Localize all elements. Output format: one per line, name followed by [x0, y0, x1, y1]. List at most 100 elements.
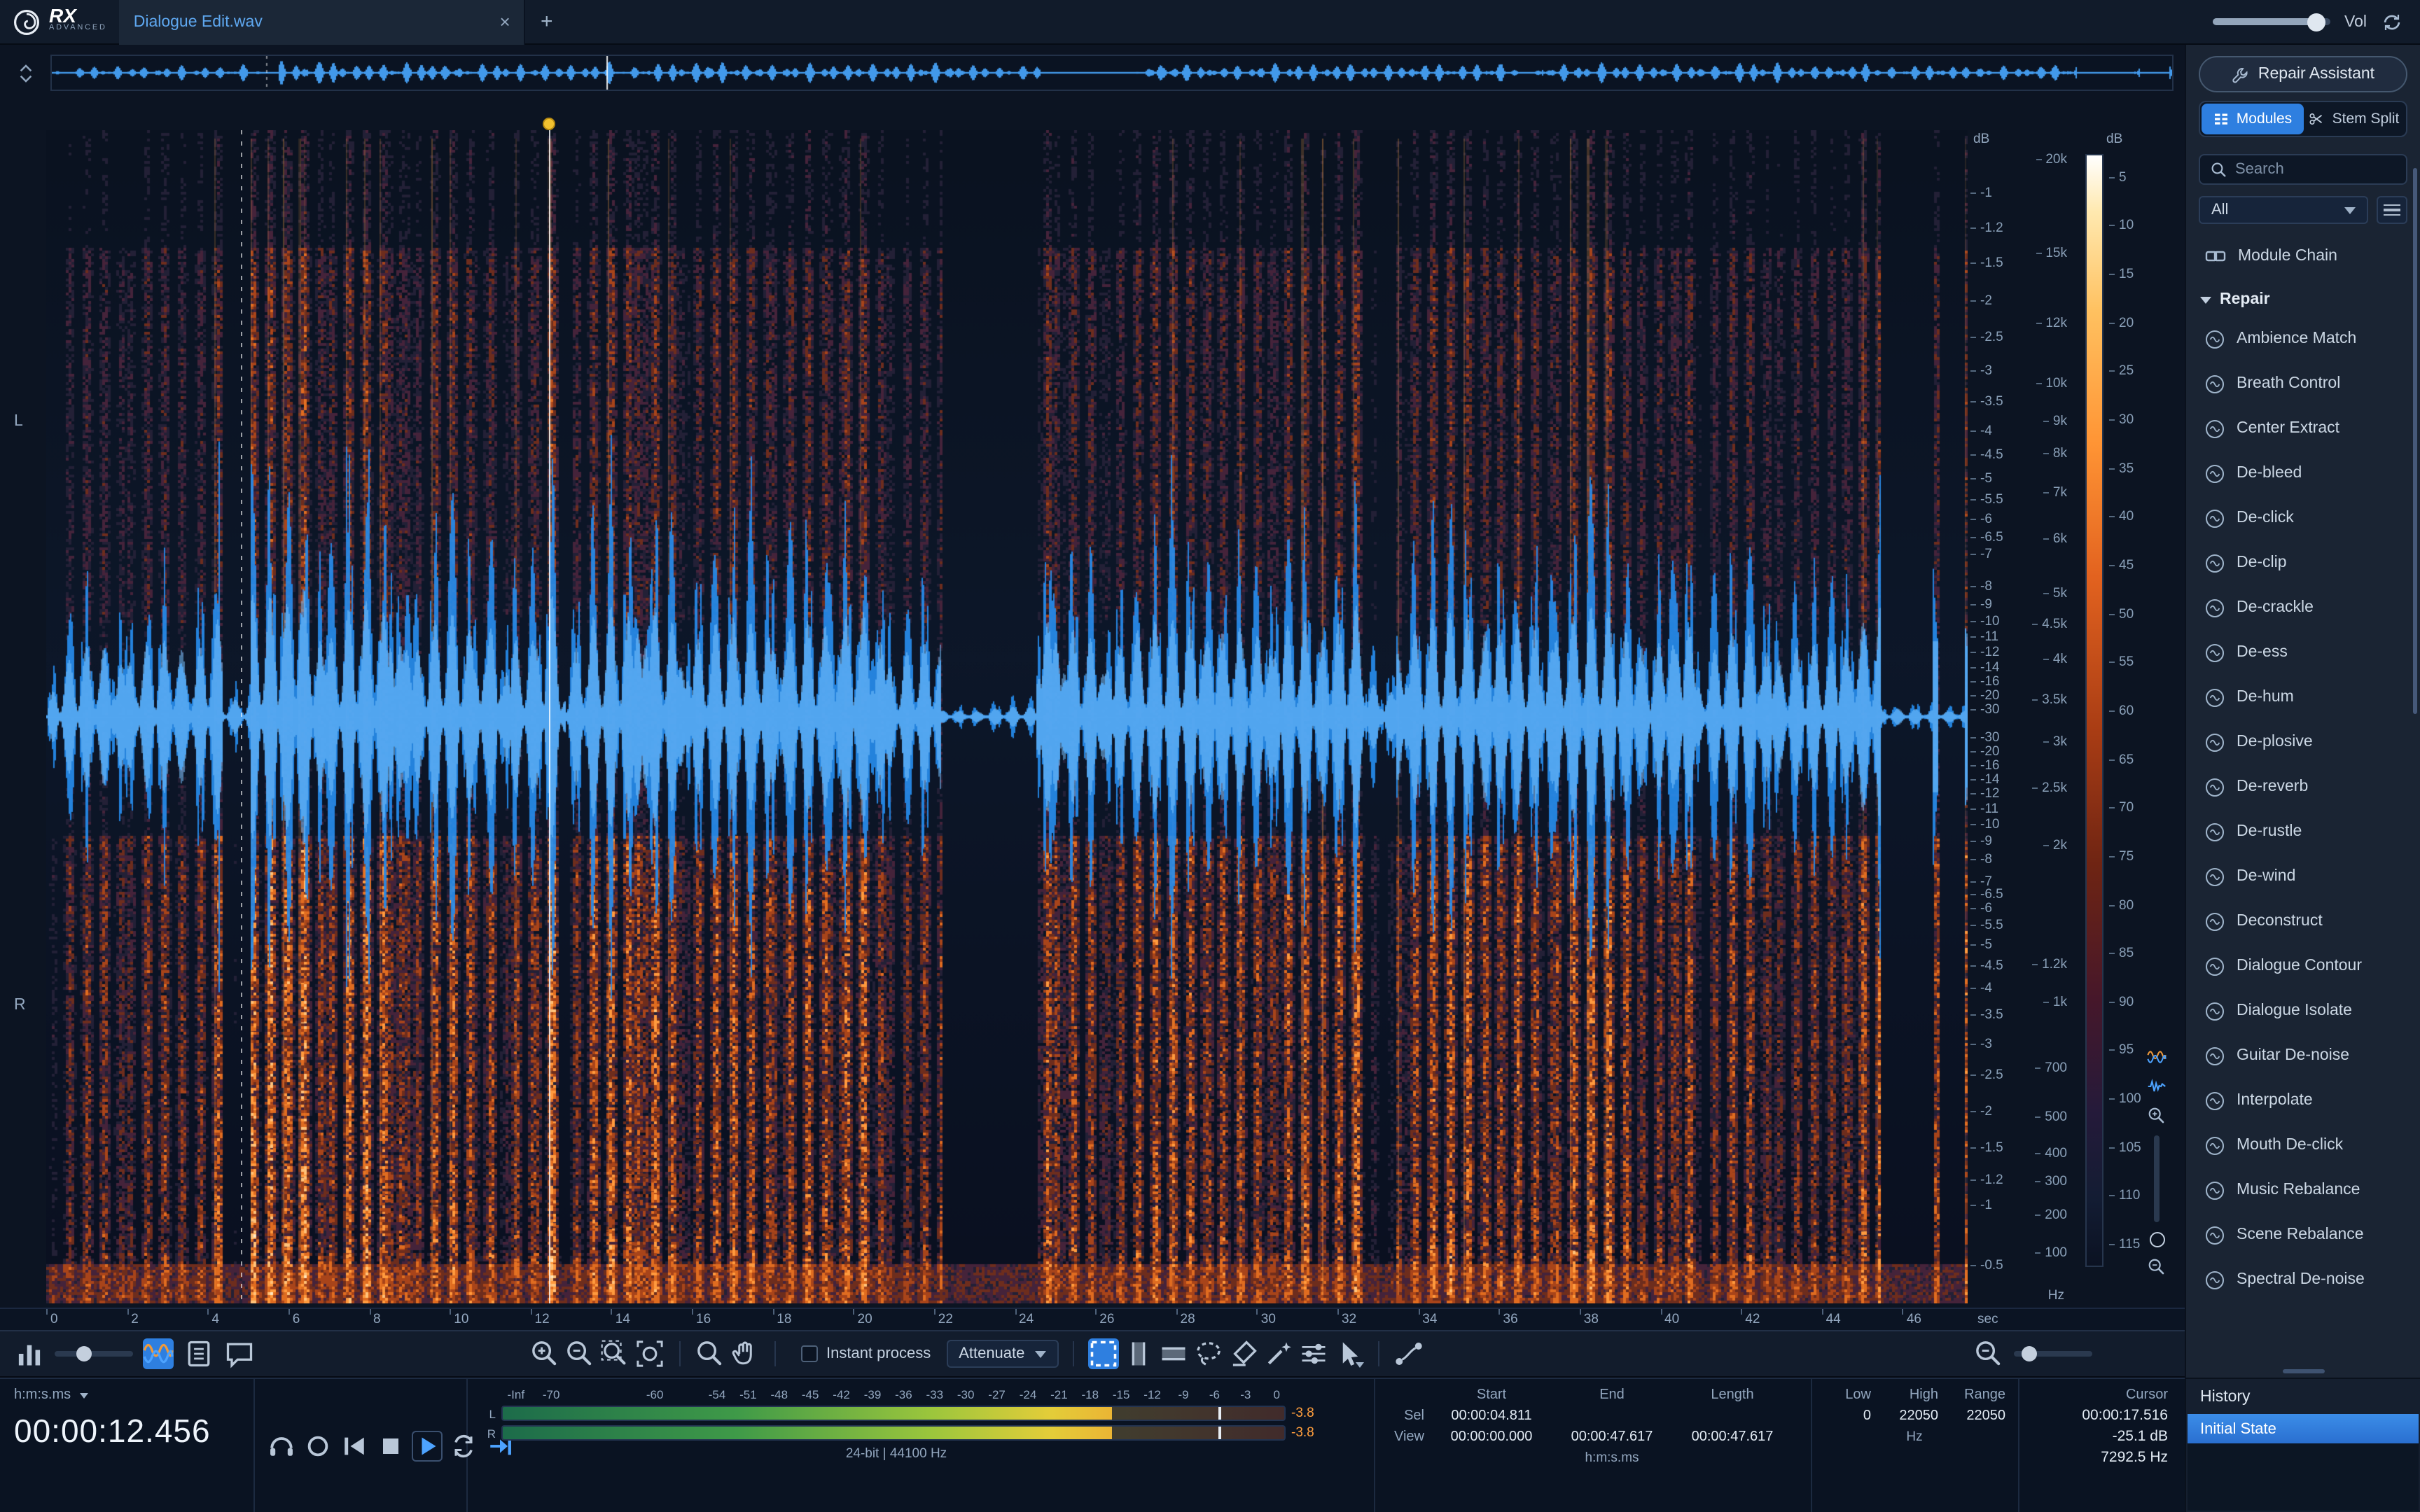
- new-tab-button[interactable]: +: [526, 10, 568, 34]
- ruler-label: 32: [1342, 1312, 1356, 1327]
- module-item-breath-control[interactable]: Breath Control: [2186, 361, 2420, 406]
- volume-knob[interactable]: [2307, 13, 2325, 31]
- markers-list-button[interactable]: [183, 1338, 214, 1369]
- ruler-tick: [46, 1309, 48, 1315]
- module-list-scrollbar[interactable]: [2413, 168, 2417, 714]
- sync-icon[interactable]: [2381, 10, 2403, 33]
- colorbar-tick: 15: [2109, 267, 2134, 282]
- instant-process-checkbox[interactable]: [801, 1345, 818, 1362]
- module-item-de-hum[interactable]: De-hum: [2186, 675, 2420, 720]
- list-options-button[interactable]: [2377, 196, 2407, 224]
- magnify-tool-button[interactable]: [695, 1338, 725, 1369]
- module-item-de-ess[interactable]: De-ess: [2186, 630, 2420, 675]
- vertical-zoom-knob[interactable]: [2149, 1232, 2164, 1247]
- horizontal-zoom-slider[interactable]: [2014, 1351, 2092, 1357]
- module-label: Dialogue Contour: [2237, 958, 2362, 974]
- amp-tick: -7: [1970, 547, 1992, 563]
- brush-select-button[interactable]: [1228, 1338, 1258, 1369]
- horizontal-zoom-out-button[interactable]: [1973, 1338, 2004, 1369]
- repair-section-header[interactable]: Repair: [2186, 283, 2420, 316]
- module-item-de-plosive[interactable]: De-plosive: [2186, 720, 2420, 764]
- time-ruler[interactable]: sec 024681012141618202224262830323436384…: [0, 1308, 2185, 1330]
- display-blend-slider-knob[interactable]: [77, 1346, 92, 1362]
- history-item[interactable]: Initial State: [2188, 1414, 2419, 1443]
- file-tab[interactable]: Dialogue Edit.wav ×: [120, 0, 526, 44]
- spectrogram-waveform-toggle[interactable]: [143, 1338, 174, 1369]
- chevron-down-icon: [2344, 206, 2356, 214]
- module-item-deconstruct[interactable]: Deconstruct: [2186, 899, 2420, 944]
- category-filter-dropdown[interactable]: All: [2199, 196, 2368, 224]
- tab-modules[interactable]: Modules: [2202, 104, 2303, 134]
- de-rustle-icon: [2204, 821, 2225, 842]
- module-chain-item[interactable]: Module Chain: [2186, 238, 2420, 274]
- panel-splitter[interactable]: [2186, 1364, 2420, 1378]
- frequency-select-button[interactable]: [1157, 1338, 1188, 1369]
- module-item-de-clip[interactable]: De-clip: [2186, 540, 2420, 585]
- adjust-selection-button[interactable]: [1298, 1338, 1328, 1369]
- module-item-de-bleed[interactable]: De-bleed: [2186, 451, 2420, 496]
- amp-tick: -2: [1970, 1103, 1992, 1119]
- zoom-selection-button[interactable]: [599, 1338, 630, 1369]
- volume-slider[interactable]: [2213, 18, 2330, 25]
- time-frequency-select-button[interactable]: [1087, 1338, 1118, 1369]
- instant-process-control[interactable]: Instant process: [801, 1345, 931, 1362]
- module-item-de-click[interactable]: De-click: [2186, 496, 2420, 540]
- amp-tick: -20: [1970, 688, 1999, 704]
- time-format-dropdown[interactable]: h:m:s.ms: [14, 1387, 239, 1403]
- playhead-handle[interactable]: [543, 118, 555, 130]
- overview-waveform[interactable]: [52, 56, 2172, 90]
- zoom-out-button[interactable]: [564, 1338, 595, 1369]
- monitor-button[interactable]: [266, 1430, 297, 1461]
- vertical-zoom-out-button[interactable]: [2147, 1257, 2167, 1277]
- process-mode-dropdown[interactable]: Attenuate: [946, 1340, 1058, 1368]
- tab-stem-split[interactable]: Stem Split: [2303, 104, 2405, 134]
- module-item-de-reverb[interactable]: De-reverb: [2186, 764, 2420, 809]
- signal-chain-button[interactable]: [1393, 1338, 1424, 1369]
- module-item-dialogue-isolate[interactable]: Dialogue Isolate: [2186, 988, 2420, 1033]
- module-item-center-extract[interactable]: Center Extract: [2186, 406, 2420, 451]
- playhead[interactable]: [549, 130, 550, 1303]
- overview-expand-button[interactable]: [11, 59, 39, 87]
- ruler-tick: [1741, 1309, 1742, 1315]
- chevron-down-icon: [79, 1392, 88, 1398]
- module-item-scene-rebalance[interactable]: Scene Rebalance: [2186, 1212, 2420, 1257]
- zoom-in-button[interactable]: [529, 1338, 560, 1369]
- spectrogram-canvas[interactable]: [46, 130, 1968, 1303]
- freq-tick: 15k: [2036, 246, 2067, 261]
- zoom-fit-button[interactable]: [634, 1338, 665, 1369]
- repair-assistant-button[interactable]: Repair Assistant: [2199, 56, 2407, 92]
- channel-label-right: R: [14, 997, 26, 1014]
- module-item-de-crackle[interactable]: De-crackle: [2186, 585, 2420, 630]
- module-item-ambience-match[interactable]: Ambience Match: [2186, 316, 2420, 361]
- module-item-music-rebalance[interactable]: Music Rebalance: [2186, 1168, 2420, 1212]
- meter-bridge-button[interactable]: [14, 1338, 45, 1369]
- record-button[interactable]: [302, 1430, 333, 1461]
- search-input[interactable]: Search: [2199, 154, 2407, 185]
- overview-strip[interactable]: [50, 55, 2174, 91]
- grab-tool-button[interactable]: [730, 1338, 760, 1369]
- module-item-spectral-de-noise[interactable]: Spectral De-noise: [2186, 1257, 2420, 1302]
- selection-tool-options-button[interactable]: [1333, 1338, 1363, 1369]
- comments-button[interactable]: [224, 1338, 255, 1369]
- colorbar-tick: 30: [2109, 412, 2134, 428]
- vertical-zoom-slider[interactable]: [2154, 1135, 2160, 1222]
- play-button[interactable]: [412, 1430, 443, 1461]
- rewind-button[interactable]: [339, 1430, 370, 1461]
- volume-label: Vol: [2344, 13, 2367, 30]
- tab-close-button[interactable]: ×: [500, 11, 510, 32]
- stop-button[interactable]: [375, 1430, 406, 1461]
- module-item-de-rustle[interactable]: De-rustle: [2186, 809, 2420, 854]
- module-item-mouth-de-click[interactable]: Mouth De-click: [2186, 1123, 2420, 1168]
- lasso-select-button[interactable]: [1192, 1338, 1223, 1369]
- magic-wand-button[interactable]: [1263, 1338, 1293, 1369]
- module-item-guitar-de-noise[interactable]: Guitar De-noise: [2186, 1033, 2420, 1078]
- toolbar-right: [1973, 1338, 2092, 1369]
- module-item-de-wind[interactable]: De-wind: [2186, 854, 2420, 899]
- display-blend-slider[interactable]: [55, 1351, 133, 1357]
- module-item-dialogue-contour[interactable]: Dialogue Contour: [2186, 944, 2420, 988]
- horizontal-zoom-slider-knob[interactable]: [2022, 1346, 2037, 1362]
- vertical-zoom-in-button[interactable]: [2147, 1106, 2167, 1126]
- amp-tick: -0.5: [1970, 1258, 2003, 1273]
- time-select-button[interactable]: [1122, 1338, 1153, 1369]
- module-item-interpolate[interactable]: Interpolate: [2186, 1078, 2420, 1123]
